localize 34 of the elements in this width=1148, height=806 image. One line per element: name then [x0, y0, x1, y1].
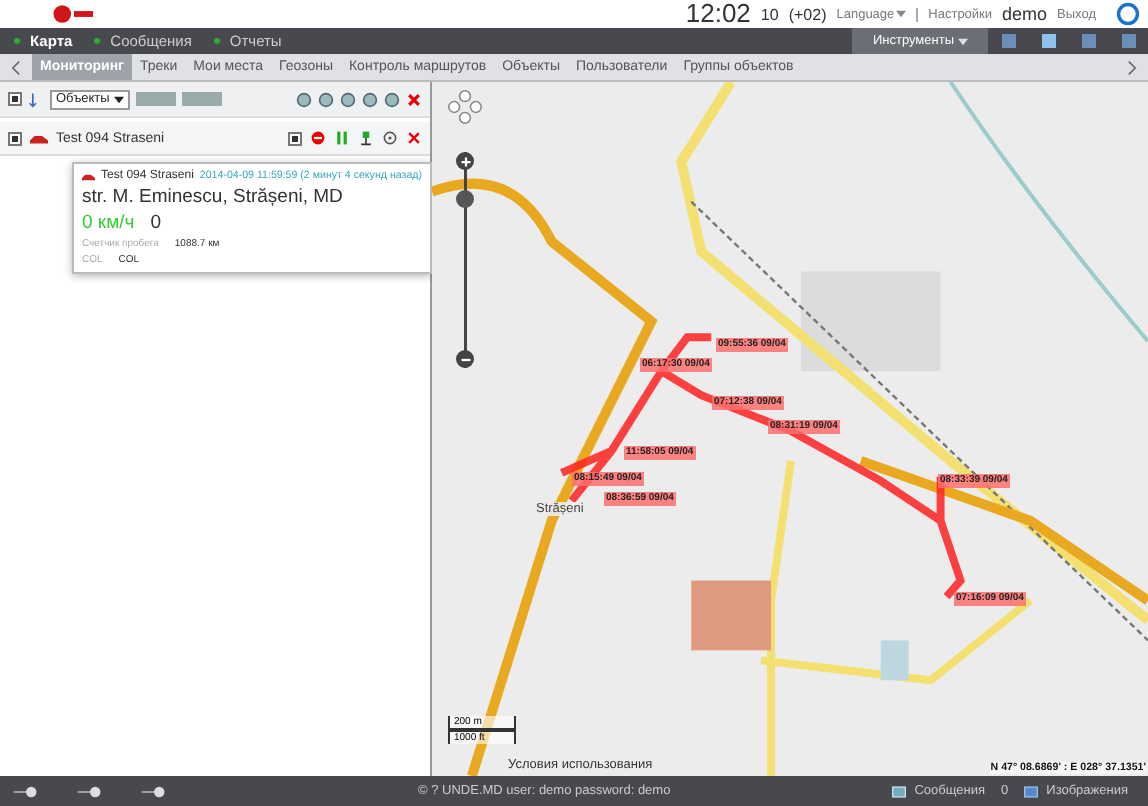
popup-speed: 0 км/ч: [82, 212, 135, 234]
clock: 12:02: [685, 0, 751, 28]
checkbox[interactable]: [288, 131, 302, 145]
toggle-icon[interactable]: [12, 783, 40, 799]
pan-control-icon[interactable]: [448, 90, 482, 124]
target-icon[interactable]: [382, 130, 398, 146]
checkbox[interactable]: [8, 131, 22, 145]
close-icon[interactable]: [406, 130, 422, 146]
pin-icon[interactable]: [358, 130, 374, 146]
chevron-right-icon[interactable]: [1126, 59, 1138, 75]
toggle-icon[interactable]: [140, 783, 168, 799]
pause-icon[interactable]: [334, 130, 350, 146]
caret-icon: [896, 10, 907, 18]
popup-address: str. M. Eminescu, Strășeni, MD: [82, 186, 345, 208]
stop-icon[interactable]: [310, 130, 326, 146]
toggle-icon[interactable]: [76, 783, 104, 799]
car-icon: [30, 133, 48, 143]
checkbox[interactable]: [8, 92, 22, 106]
close-icon[interactable]: [406, 91, 422, 107]
logo-icon: [52, 2, 96, 26]
zoom-in-icon[interactable]: [456, 152, 474, 170]
zoom-out-icon[interactable]: [456, 350, 474, 368]
timezone: (+02): [788, 5, 827, 23]
chevron-left-icon[interactable]: [10, 59, 22, 75]
message-icon[interactable]: [892, 785, 907, 797]
caret-icon: [958, 37, 968, 45]
car-icon: [82, 171, 96, 181]
caret-icon: [113, 95, 124, 103]
user-name: demo: [1002, 4, 1048, 24]
popup-course: 0: [150, 212, 161, 234]
clock-seconds: 10: [760, 5, 779, 23]
ring-logo-icon: [1116, 2, 1140, 26]
zoom-thumb[interactable]: [456, 190, 474, 209]
image-icon[interactable]: [1024, 785, 1039, 797]
